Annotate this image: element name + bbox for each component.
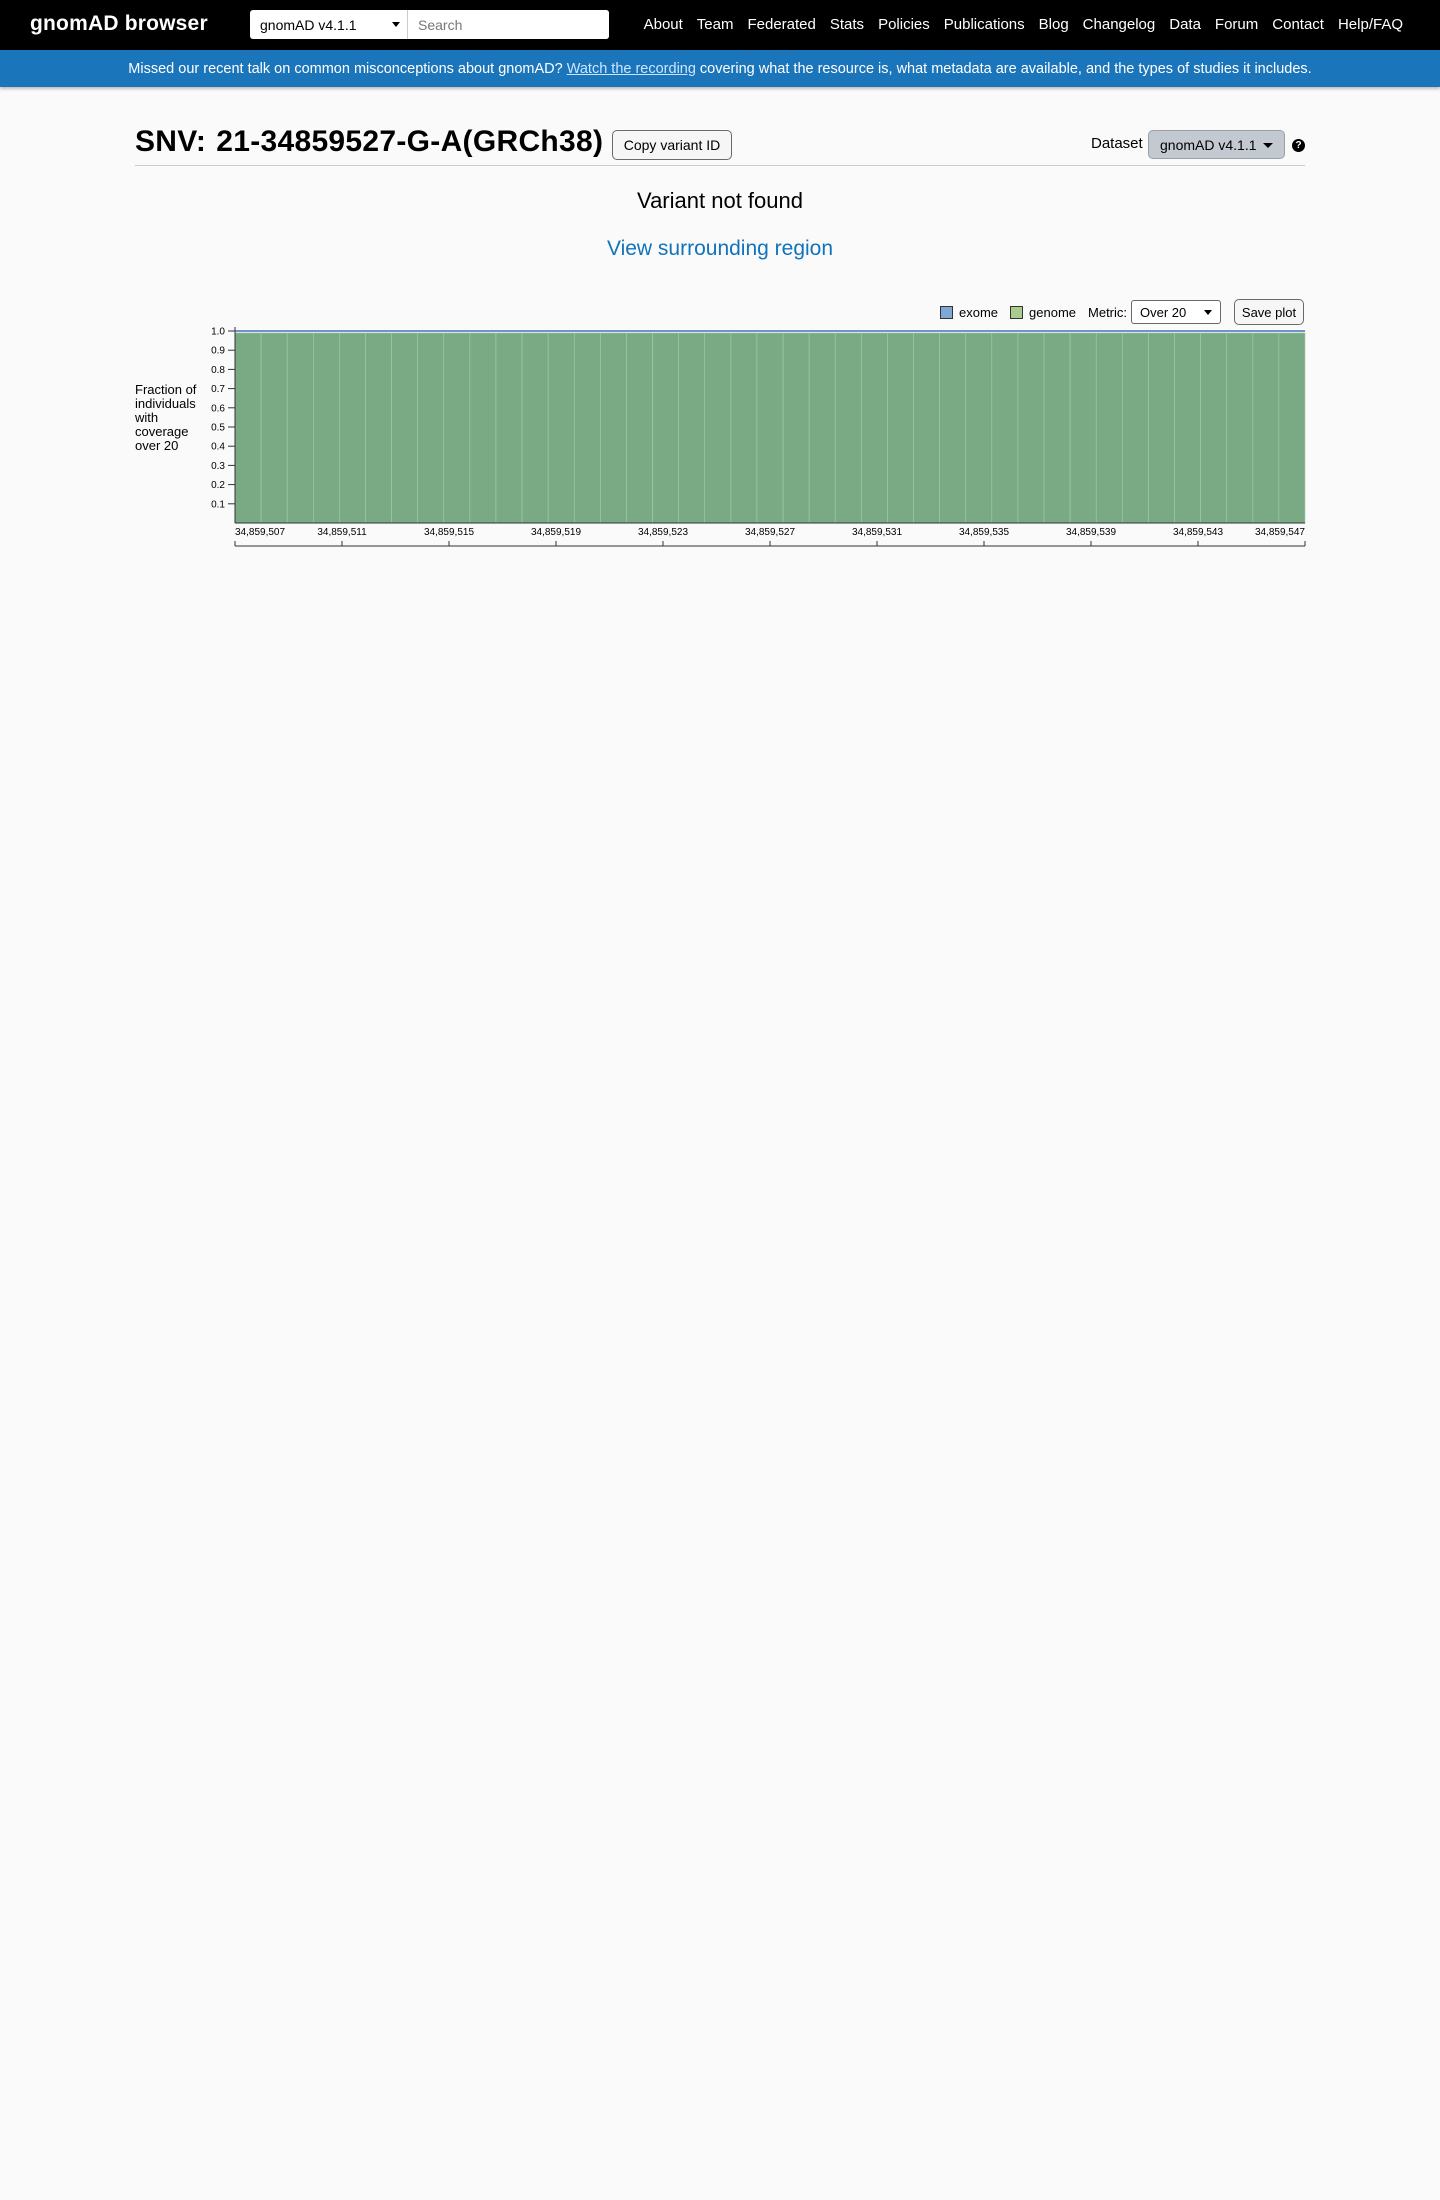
- genome-bar: [260, 332, 288, 524]
- x-tick-label: 34,859,519: [531, 527, 581, 538]
- announcement-banner: Missed our recent talk on common misconc…: [0, 50, 1440, 87]
- y-tick-label: 0.9: [211, 346, 225, 357]
- genome-bar: [365, 332, 392, 524]
- x-tick-label: 34,859,543: [1173, 527, 1223, 538]
- nav-blog[interactable]: Blog: [1039, 16, 1069, 33]
- nav-policies[interactable]: Policies: [878, 16, 930, 33]
- search-input[interactable]: [408, 10, 609, 39]
- y-tick-label: 0.7: [211, 384, 225, 395]
- genome-bar: [339, 332, 366, 524]
- top-navbar: gnomAD browser gnomAD v4.1.1 About Team …: [0, 0, 1440, 50]
- x-tick-label: 34,859,539: [1066, 527, 1116, 538]
- nav-stats[interactable]: Stats: [830, 16, 864, 33]
- genome-bar: [652, 332, 679, 524]
- genome-bar: [1200, 332, 1228, 524]
- x-tick-label: 34,859,507: [235, 527, 285, 538]
- search-dataset-value: gnomAD v4.1.1: [260, 16, 357, 33]
- search-bar: gnomAD v4.1.1: [250, 10, 609, 39]
- x-tick-label: 34,859,523: [638, 527, 688, 538]
- caret-down-icon: [392, 22, 400, 27]
- genome-bar: [730, 332, 758, 524]
- genome-bar: [521, 332, 549, 524]
- y-tick-label: 0.2: [211, 480, 225, 491]
- x-tick-label: 34,859,531: [852, 527, 902, 538]
- nav-forum[interactable]: Forum: [1215, 16, 1258, 33]
- genome-bar: [234, 332, 262, 524]
- nav-publications[interactable]: Publications: [944, 16, 1025, 33]
- genome-bar: [600, 332, 627, 524]
- genome-bar: [1122, 332, 1149, 524]
- genome-bar: [1252, 332, 1280, 524]
- main-nav: About Team Federated Stats Policies Publ…: [644, 16, 1403, 33]
- genome-bar: [834, 332, 862, 524]
- genome-bar: [1278, 332, 1306, 524]
- y-tick-label: 0.8: [211, 365, 225, 376]
- genome-bar: [887, 332, 914, 524]
- brand-logo[interactable]: gnomAD browser: [30, 12, 208, 36]
- genome-bar: [1226, 332, 1254, 524]
- y-tick-label: 0.1: [211, 499, 225, 510]
- nav-team[interactable]: Team: [697, 16, 734, 33]
- genome-bar: [1148, 332, 1175, 524]
- genome-bar: [991, 332, 1019, 524]
- y-tick-label: 0.6: [211, 403, 225, 414]
- genome-bar: [573, 332, 601, 524]
- genome-bar: [1069, 332, 1097, 524]
- genome-bar: [704, 332, 732, 524]
- genome-bar: [547, 332, 575, 524]
- genome-bar: [391, 332, 418, 524]
- nav-data[interactable]: Data: [1169, 16, 1201, 33]
- genome-bar: [861, 332, 888, 524]
- genome-bar: [756, 332, 784, 524]
- nav-about[interactable]: About: [644, 16, 683, 33]
- x-tick-label: 34,859,535: [959, 527, 1009, 538]
- y-tick-label: 1.0: [211, 327, 225, 338]
- x-tick-label: 34,859,515: [424, 527, 474, 538]
- genome-bar: [913, 332, 940, 524]
- genome-bar: [495, 332, 523, 524]
- announcement-text-after: covering what the resource is, what meta…: [699, 60, 1312, 77]
- coverage-chart: 0.1 0.2 0.3 0.4 0.5 0.6 0.7 0.8 0.9 1.0 34,859,507…: [211, 327, 1306, 547]
- search-dataset-select[interactable]: gnomAD v4.1.1: [250, 10, 408, 39]
- genome-bar: [1095, 332, 1123, 524]
- genome-bar: [782, 332, 810, 524]
- genome-bar: [469, 332, 497, 524]
- genome-bar: [678, 332, 706, 524]
- genome-bar: [626, 332, 653, 524]
- nav-help-faq[interactable]: Help/FAQ: [1338, 16, 1403, 33]
- y-tick-label: 0.4: [211, 442, 225, 453]
- genome-bar: [312, 332, 340, 524]
- announcement-text-before: Missed our recent talk on common misconc…: [128, 60, 563, 77]
- x-tick-label: 34,859,511: [317, 527, 367, 538]
- nav-federated[interactable]: Federated: [747, 16, 815, 33]
- genome-bar: [286, 332, 314, 524]
- genome-bar: [443, 332, 471, 524]
- genome-bar: [1017, 332, 1045, 524]
- announcement-link[interactable]: Watch the recording: [567, 61, 696, 77]
- genome-bar: [417, 332, 445, 524]
- genome-bar: [1174, 332, 1201, 524]
- genome-bar: [965, 332, 993, 524]
- nav-changelog[interactable]: Changelog: [1083, 16, 1156, 33]
- y-tick-label: 0.5: [211, 423, 225, 434]
- genome-bar: [939, 332, 967, 524]
- x-tick-label: 34,859,547: [1255, 527, 1305, 538]
- x-tick-label: 34,859,527: [745, 527, 795, 538]
- genome-bar: [1043, 332, 1071, 524]
- genome-bar: [808, 332, 836, 524]
- y-tick-label: 0.3: [211, 461, 225, 472]
- nav-contact[interactable]: Contact: [1272, 16, 1324, 33]
